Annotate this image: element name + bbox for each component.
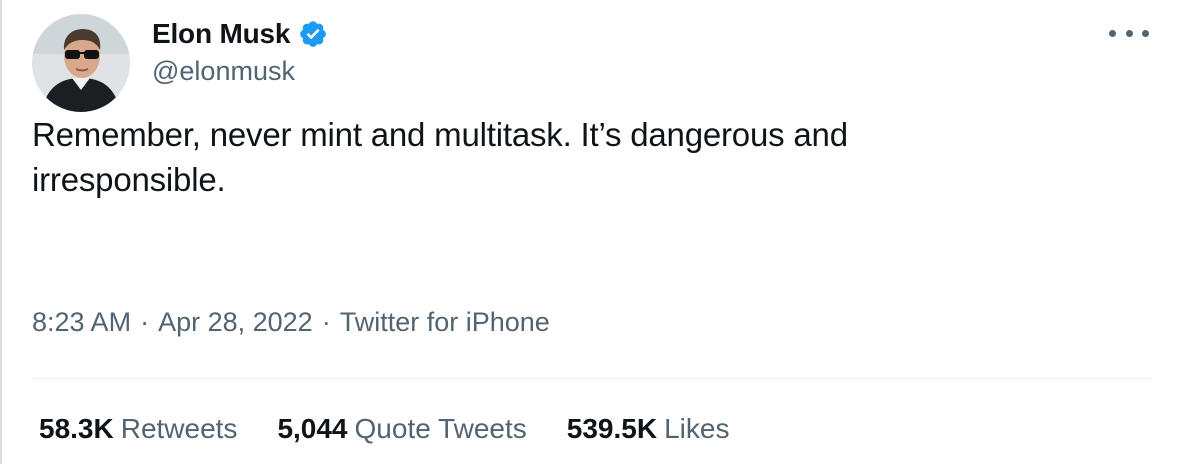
meta-separator: · <box>140 307 150 337</box>
tweet-stats: 58.3K Retweets 5,044 Quote Tweets 539.5K… <box>39 413 769 445</box>
retweets-label: Retweets <box>120 413 238 444</box>
retweets-count: 58.3K <box>39 413 114 444</box>
tweet-source[interactable]: Twitter for iPhone <box>340 307 550 338</box>
quote-tweets-count: 5,044 <box>277 413 348 444</box>
quote-tweets-stat[interactable]: 5,044 Quote Tweets <box>277 413 526 445</box>
verified-badge-icon <box>298 19 328 49</box>
more-dot-icon <box>1109 29 1116 37</box>
retweets-stat[interactable]: 58.3K Retweets <box>39 413 237 445</box>
meta-separator: · <box>321 307 331 337</box>
tweet-time[interactable]: 8:23 AM <box>32 307 131 338</box>
more-dot-icon <box>1142 29 1149 37</box>
likes-stat[interactable]: 539.5K Likes <box>567 413 730 445</box>
more-dot-icon <box>1125 29 1133 37</box>
divider <box>32 378 1153 379</box>
tweet-card: Elon Musk @elonmusk Remember, never mint… <box>0 0 1177 464</box>
quote-tweets-label: Quote Tweets <box>354 413 527 444</box>
display-name[interactable]: Elon Musk <box>152 18 290 50</box>
avatar[interactable] <box>32 14 130 112</box>
avatar-image <box>32 14 130 112</box>
author-handle[interactable]: @elonmusk <box>152 56 295 87</box>
more-options-icon[interactable] <box>1109 20 1149 46</box>
tweet-meta: 8:23 AM · Apr 28, 2022 · Twitter for iPh… <box>32 307 550 338</box>
likes-label: Likes <box>664 413 730 444</box>
tweet-text: Remember, never mint and multitask. It’s… <box>32 116 848 198</box>
likes-count: 539.5K <box>566 413 658 444</box>
tweet-date[interactable]: Apr 28, 2022 <box>158 307 313 338</box>
author-name-row: Elon Musk <box>152 15 328 53</box>
